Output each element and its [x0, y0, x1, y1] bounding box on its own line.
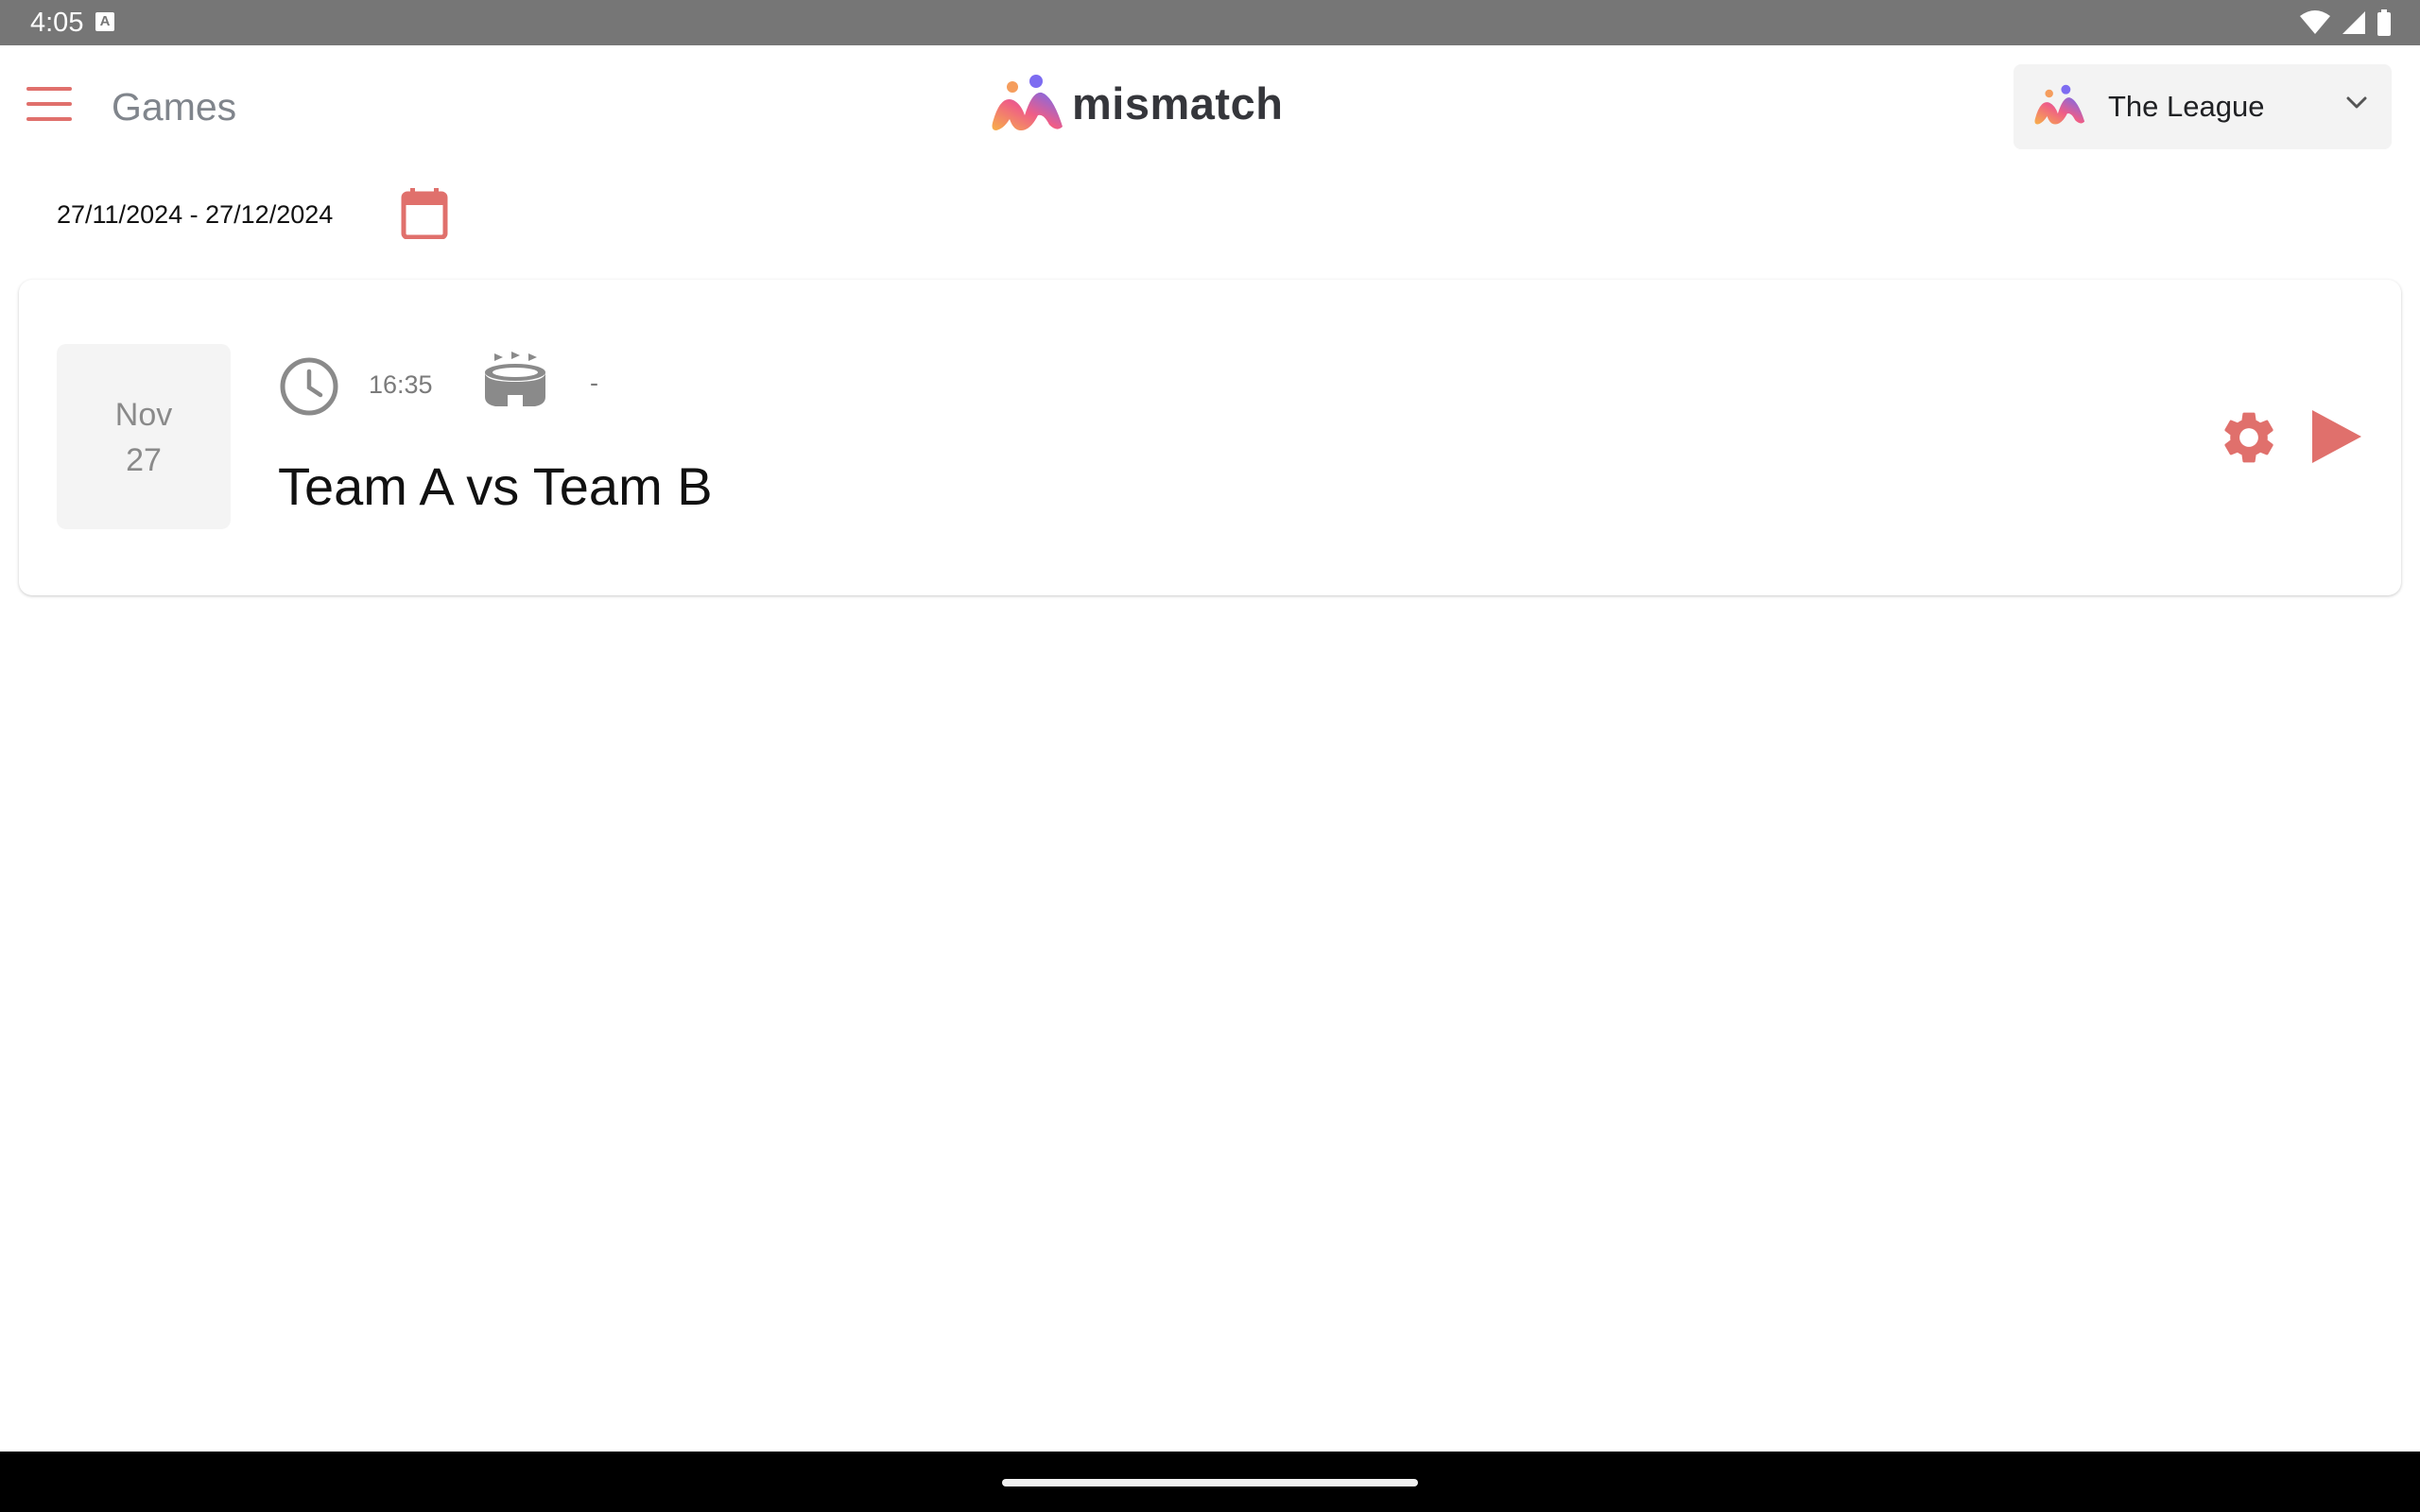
league-selector-dropdown[interactable]: The League [2014, 64, 2392, 149]
status-icons [2299, 9, 2392, 36]
status-time: 4:05 [30, 8, 84, 38]
date-range-text: 27/11/2024 - 27/12/2024 [57, 200, 334, 229]
game-time: 16:35 [369, 370, 433, 399]
gear-icon[interactable] [2218, 406, 2280, 469]
game-matchup: Team A vs Team B [278, 456, 713, 516]
game-date-box: Nov 27 [57, 344, 231, 529]
game-card[interactable]: Nov 27 16:35 - Team A vs Team B [19, 280, 2401, 595]
clock-icon [280, 357, 338, 416]
play-icon[interactable] [2310, 408, 2363, 465]
brand-logo: mismatch [989, 74, 1283, 132]
chevron-down-icon [2346, 96, 2367, 109]
calendar-icon[interactable] [401, 188, 448, 244]
venue-name: - [590, 369, 598, 397]
battery-icon [2377, 9, 2391, 36]
game-month: Nov [114, 397, 173, 433]
status-bar: 4:05 A [0, 0, 2420, 45]
game-day: 27 [126, 442, 162, 478]
league-logo-icon [2034, 84, 2085, 125]
page-title: Games [112, 85, 237, 129]
cellular-signal-icon [2342, 11, 2365, 34]
a-icon: A [95, 12, 114, 31]
app-header: Games mismatch The League [0, 45, 2420, 170]
home-gesture-handle[interactable] [1002, 1479, 1418, 1486]
stadium-icon [485, 352, 545, 406]
wifi-icon [2300, 10, 2330, 34]
navigation-bar [0, 1452, 2420, 1512]
hamburger-menu-icon[interactable] [25, 87, 76, 129]
mismatch-logo-icon [992, 75, 1063, 130]
league-selector-label: The League [2108, 90, 2265, 123]
brand-name: mismatch [1072, 77, 1284, 129]
